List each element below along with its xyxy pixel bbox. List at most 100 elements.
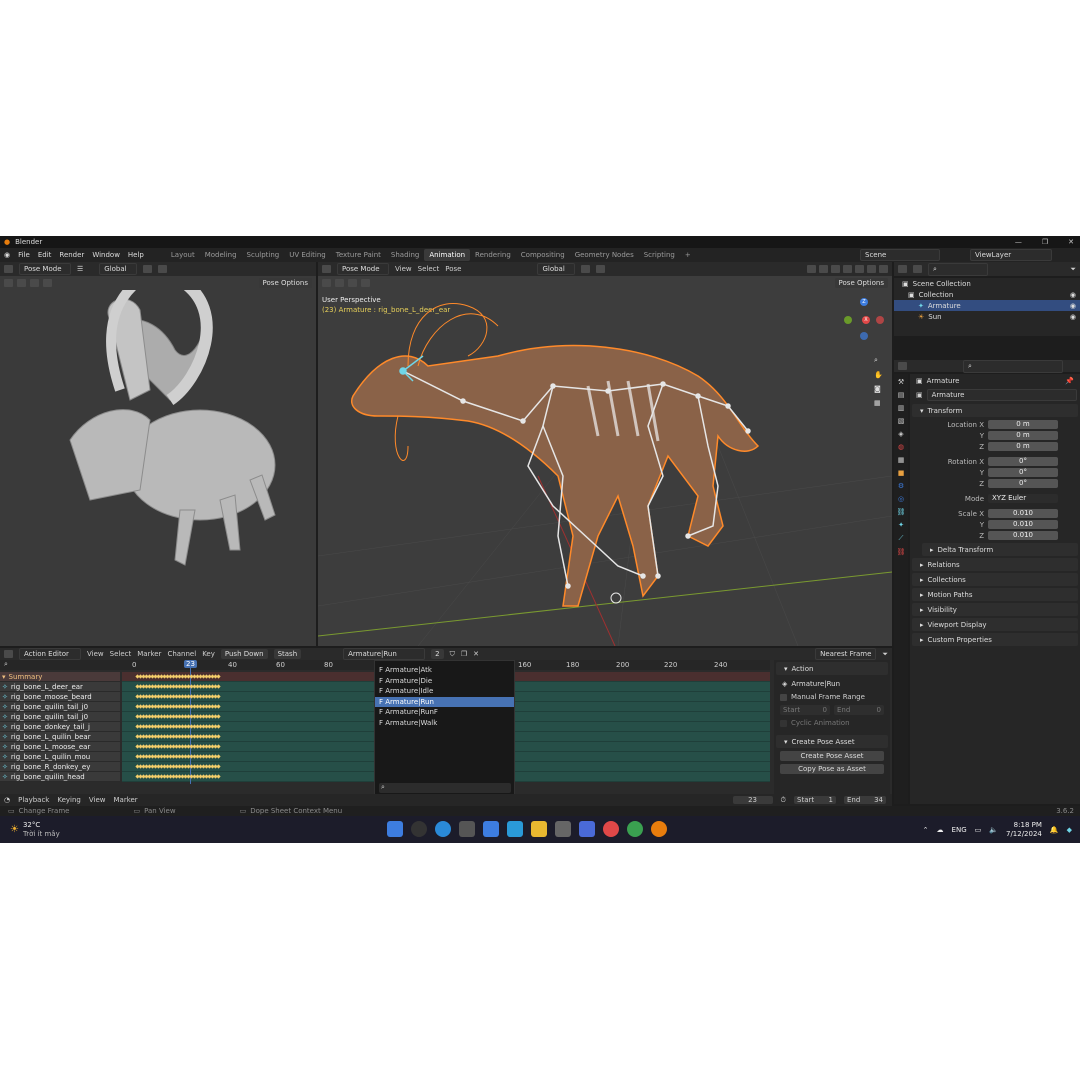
left-orientation-dropdown[interactable]: Global (99, 263, 138, 275)
snipping-tool-icon[interactable] (459, 821, 475, 837)
shading-solid-icon[interactable] (855, 265, 864, 273)
outliner-row-sun[interactable]: ☀ Sun ◉ (894, 311, 1080, 322)
render-tab-icon[interactable]: ▤ (898, 391, 905, 399)
visibility-header[interactable]: ▸ Visibility (912, 603, 1078, 616)
gizmo-x[interactable]: X (862, 316, 870, 324)
stash-button[interactable]: Stash (273, 649, 302, 659)
ds-menu-key[interactable]: Key (202, 650, 215, 658)
main-orientation-dropdown[interactable]: Global (537, 263, 576, 275)
object-tab-icon[interactable]: ■ (898, 469, 905, 477)
hamburger-icon[interactable]: ☰ (77, 265, 83, 273)
push-down-button[interactable]: Push Down (220, 649, 268, 659)
store-icon[interactable] (483, 821, 499, 837)
physics-tab-icon[interactable]: ◎ (898, 495, 904, 503)
manual-range-checkbox[interactable] (780, 693, 787, 701)
main-snap-icon[interactable] (596, 265, 606, 273)
pivot-icon[interactable] (143, 265, 153, 273)
stopwatch-icon[interactable]: ⏱ (781, 796, 786, 805)
scale-x-field[interactable]: 0.010 (988, 509, 1058, 518)
action-item-atk[interactable]: F Armature|Atk (375, 665, 514, 676)
gizmo-neg-z[interactable] (860, 332, 868, 340)
minimize-icon[interactable]: — (1015, 238, 1022, 246)
menu-pose[interactable]: Pose (445, 265, 461, 273)
dopesheet-editor-icon[interactable] (4, 650, 13, 658)
eye-icon[interactable]: ◉ (1070, 302, 1080, 310)
channel-summary[interactable]: ▾ Summary (0, 672, 120, 682)
outliner-row-armature[interactable]: ✦ Armature ◉ (894, 300, 1080, 311)
scale-z-field[interactable]: 0.010 (988, 531, 1058, 540)
channel-row[interactable]: ✧ rig_bone_L_deer_ear (0, 682, 120, 692)
maximize-icon[interactable]: ❐ (1042, 238, 1048, 246)
tab-uv-editing[interactable]: UV Editing (284, 249, 331, 261)
chrome-profile-icon[interactable] (627, 821, 643, 837)
channel-search-icon[interactable]: ⌕ (4, 660, 8, 669)
properties-search-input[interactable]: ⌕ (963, 359, 1063, 373)
navigation-gizmo[interactable]: Z X (840, 296, 888, 344)
menu-window[interactable]: Window (88, 251, 124, 259)
unlink-action-icon[interactable]: ✕ (473, 650, 479, 658)
gizmo-neg-x[interactable] (876, 316, 884, 324)
view-layer-selector[interactable]: ViewLayer (970, 249, 1052, 261)
channel-row[interactable]: ✧ rig_bone_quilin_tail_j0 (0, 702, 120, 712)
tab-geometry-nodes[interactable]: Geometry Nodes (570, 249, 639, 261)
action-item-die[interactable]: F Armature|Die (375, 676, 514, 687)
eye-icon[interactable]: ◉ (1070, 291, 1080, 299)
tab-rendering[interactable]: Rendering (470, 249, 516, 261)
ds-menu-channel[interactable]: Channel (167, 650, 196, 658)
timeline-start-field[interactable]: Start 1 (794, 796, 836, 804)
camera-icon[interactable]: ◙ (874, 385, 883, 393)
channel-row[interactable]: ✧ rig_bone_quilin_tail_j0 (0, 712, 120, 722)
bone-tab-icon[interactable]: ⟋ (899, 534, 904, 543)
create-pose-asset-button[interactable]: Create Pose Asset (780, 751, 884, 761)
action-item-runf[interactable]: F Armature|RunF (375, 707, 514, 718)
location-z-field[interactable]: 0 m (988, 442, 1058, 451)
ds-menu-view[interactable]: View (87, 650, 104, 658)
ds-menu-select[interactable]: Select (110, 650, 132, 658)
action-item-walk[interactable]: F Armature|Walk (375, 718, 514, 729)
action-item-run[interactable]: F Armature|Run (375, 696, 514, 707)
select-subtract-icon[interactable] (43, 279, 52, 287)
tab-sculpting[interactable]: Sculpting (242, 249, 285, 261)
action-item-idle[interactable]: F Armature|Idle (375, 686, 514, 697)
transform-panel-header[interactable]: ▾ Transform (912, 404, 1078, 417)
motion-paths-header[interactable]: ▸ Motion Paths (912, 588, 1078, 601)
tab-compositing[interactable]: Compositing (516, 249, 570, 261)
custom-properties-header[interactable]: ▸ Custom Properties (912, 633, 1078, 646)
main-editor-type-icon[interactable] (322, 265, 331, 273)
xray-icon[interactable] (843, 265, 852, 273)
location-x-field[interactable]: 0 m (988, 420, 1058, 429)
tl-menu-keying[interactable]: Keying (57, 796, 81, 804)
rotation-z-field[interactable]: 0° (988, 479, 1058, 488)
shading-material-icon[interactable] (867, 265, 876, 273)
main-mode-dropdown[interactable]: Pose Mode (337, 263, 389, 275)
frame-end-field[interactable]: End 0 (834, 705, 884, 715)
filter-icon[interactable]: ⏷ (882, 650, 888, 659)
outliner-search-input[interactable]: ⌕ (928, 262, 988, 276)
editor-type-icon[interactable] (4, 265, 13, 273)
gizmo-z[interactable]: Z (860, 298, 868, 306)
gizmo-y[interactable] (844, 316, 852, 324)
outliner-row-scene-collection[interactable]: ▣ Scene Collection (894, 278, 1080, 289)
play-icon[interactable] (4, 279, 13, 287)
grid-icon[interactable]: ▦ (874, 399, 883, 407)
scale-y-field[interactable]: 0.010 (988, 520, 1058, 529)
chrome-icon[interactable] (603, 821, 619, 837)
viewport-display-header[interactable]: ▸ Viewport Display (912, 618, 1078, 631)
taskbar-search-icon[interactable] (411, 821, 427, 837)
rotation-y-field[interactable]: 0° (988, 468, 1058, 477)
view-layer-tab-icon[interactable]: ▧ (898, 417, 905, 425)
new-action-icon[interactable]: ❐ (461, 650, 467, 658)
left-pose-options[interactable]: Pose Options (258, 278, 312, 288)
channel-row[interactable]: ✧ rig_bone_moose_beard (0, 692, 120, 702)
zoom-icon[interactable]: ⌕ (874, 356, 883, 365)
app-icon[interactable] (555, 821, 571, 837)
action-selector[interactable]: Armature|Run (343, 648, 426, 660)
left-viewport[interactable]: Pose Options (0, 276, 316, 646)
network-icon[interactable]: ▭ (975, 826, 982, 834)
word-icon[interactable] (579, 821, 595, 837)
volume-icon[interactable]: 🔈 (989, 826, 998, 834)
menu-render[interactable]: Render (55, 251, 88, 259)
armature-data-tab-icon[interactable]: ✦ (898, 521, 904, 529)
dopesheet-mode-dropdown[interactable]: Action Editor (19, 648, 81, 660)
channel-row[interactable]: ✧ rig_bone_R_donkey_ey (0, 762, 120, 772)
